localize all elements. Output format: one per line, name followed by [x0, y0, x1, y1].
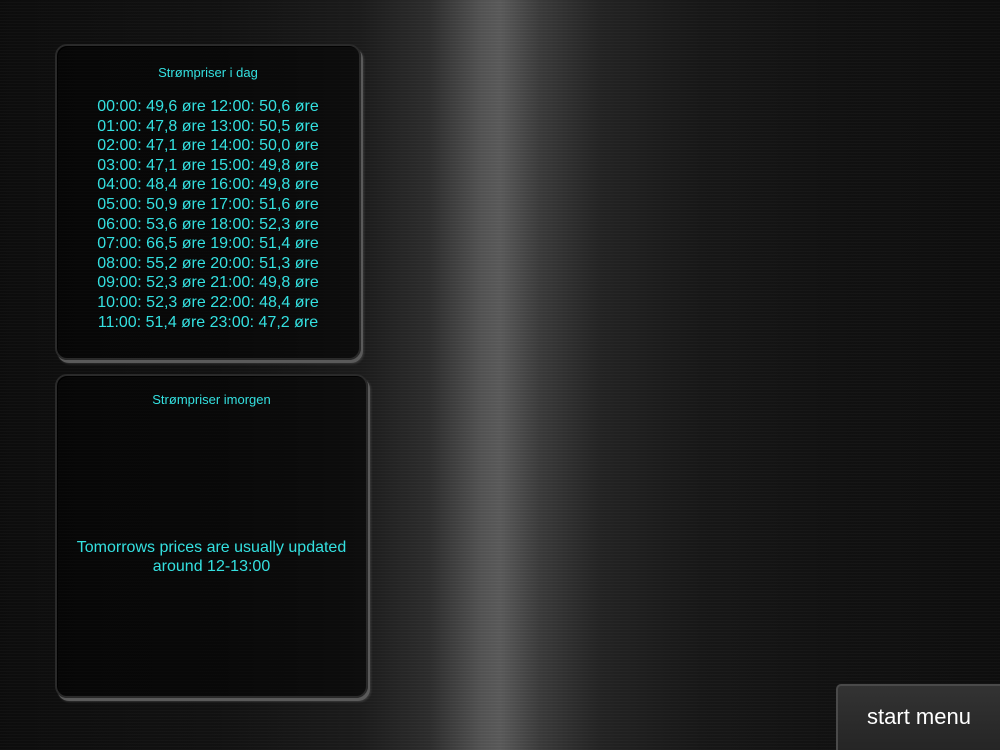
price-row: 01:00: 47,8 øre 13:00: 50,5 øre: [97, 117, 319, 135]
price-row: 08:00: 55,2 øre 20:00: 51,3 øre: [97, 254, 319, 272]
today-price-list: 00:00: 49,6 øre 12:00: 50,6 øre 01:00: 4…: [57, 97, 359, 332]
start-menu-button[interactable]: start menu: [836, 684, 1000, 750]
price-row: 03:00: 47,1 øre 15:00: 49,8 øre: [97, 156, 319, 174]
notice-line: Tomorrows prices are usually updated: [76, 539, 347, 556]
price-row: 00:00: 49,6 øre 12:00: 50,6 øre: [97, 98, 319, 115]
today-prices-panel: Strømpriser i dag 00:00: 49,6 øre 12:00:…: [55, 44, 361, 360]
price-row: 09:00: 52,3 øre 21:00: 49,8 øre: [97, 274, 319, 292]
tomorrow-prices-title: Strømpriser imorgen: [152, 392, 271, 407]
notice-line: around 12-13:00: [152, 558, 271, 575]
price-row: 11:00: 51,4 øre 23:00: 47,2 øre: [97, 313, 319, 331]
price-row: 04:00: 48,4 øre 16:00: 49,8 øre: [97, 176, 319, 194]
price-row: 06:00: 53,6 øre 18:00: 52,3 øre: [97, 215, 319, 233]
price-row: 10:00: 52,3 øre 22:00: 48,4 øre: [97, 293, 319, 311]
price-row: 07:00: 66,5 øre 19:00: 51,4 øre: [97, 235, 319, 253]
today-prices-title: Strømpriser i dag: [158, 65, 258, 80]
price-row: 05:00: 50,9 øre 17:00: 51,6 øre: [97, 195, 319, 213]
tomorrow-prices-notice: Tomorrows prices are usually updated aro…: [57, 538, 366, 576]
price-row: 02:00: 47,1 øre 14:00: 50,0 øre: [97, 137, 319, 155]
tomorrow-prices-panel: Strømpriser imorgen Tomorrows prices are…: [55, 374, 368, 698]
